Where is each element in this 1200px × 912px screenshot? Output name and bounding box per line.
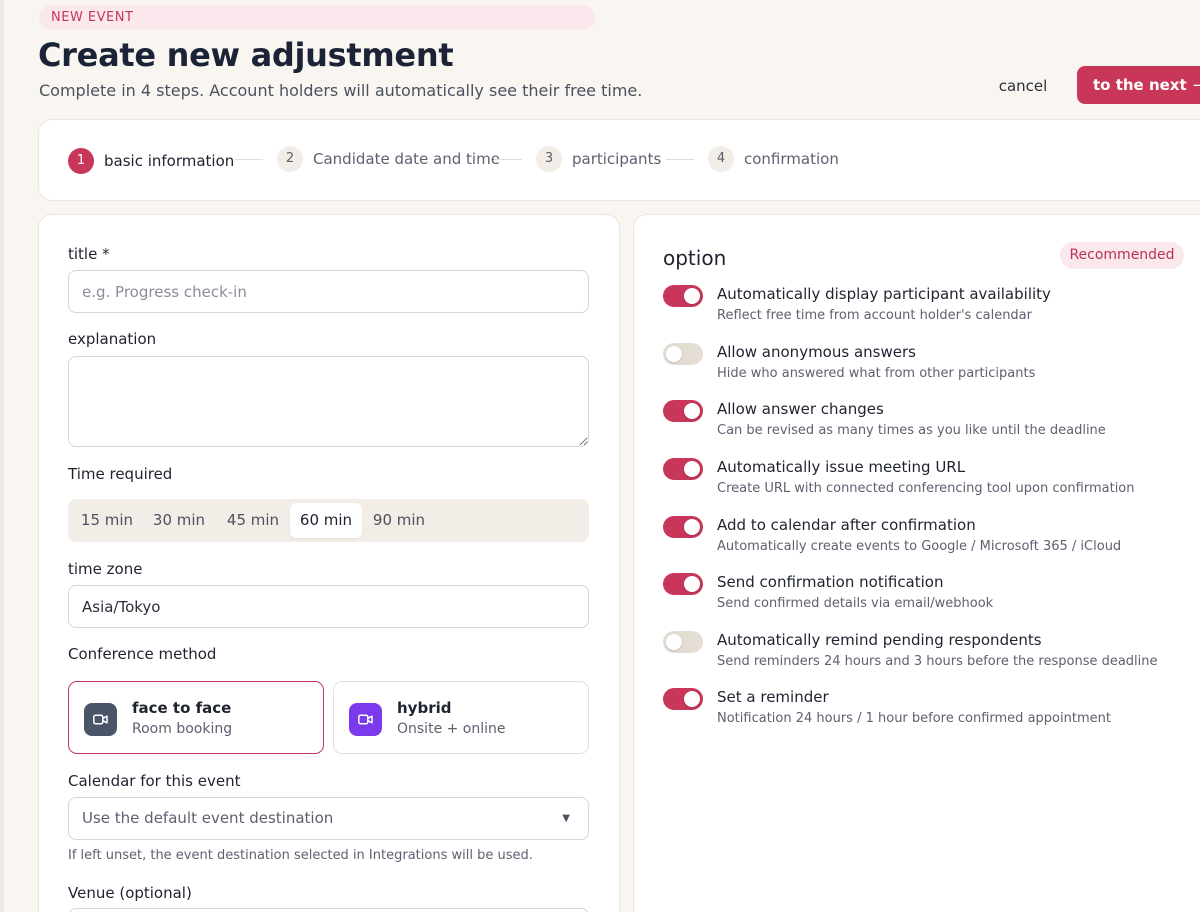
- option-meeting-url: Automatically issue meeting URL Create U…: [663, 458, 1193, 502]
- step-number: 1: [68, 148, 94, 174]
- option-answer-changes: Allow answer changes Can be revised as m…: [663, 400, 1193, 444]
- page-subtitle: Complete in 4 steps. Account holders wil…: [39, 81, 643, 100]
- window-edge: [0, 0, 4, 912]
- calendar-label: Calendar for this event: [68, 772, 241, 790]
- option-description: Create URL with connected conferencing t…: [717, 481, 1135, 496]
- option-title: Set a reminder: [717, 688, 829, 706]
- step-confirmation[interactable]: 4 confirmation: [708, 146, 839, 172]
- step-indicator: 1 basic information 2 Candidate date and…: [38, 119, 1200, 201]
- next-button[interactable]: to the next →: [1077, 66, 1200, 104]
- method-hybrid[interactable]: hybrid Onsite + online: [333, 681, 589, 754]
- duration-60[interactable]: 60 min: [290, 503, 362, 538]
- step-number: 2: [277, 146, 303, 172]
- toggle-switch[interactable]: [663, 458, 703, 480]
- option-remind-pending: Automatically remind pending respondents…: [663, 631, 1193, 675]
- toggle-switch[interactable]: [663, 631, 703, 653]
- duration-15[interactable]: 15 min: [74, 503, 140, 538]
- option-confirmation-notification: Send confirmation notification Send conf…: [663, 573, 1193, 617]
- video-icon: [349, 703, 382, 736]
- chevron-down-icon: ▼: [562, 813, 570, 824]
- venue-input[interactable]: [68, 908, 589, 912]
- step-participants[interactable]: 3 participants: [536, 146, 661, 172]
- video-icon: [84, 703, 117, 736]
- time-required-label: Time required: [68, 465, 173, 483]
- step-label: Candidate date and time: [313, 150, 500, 168]
- option-anonymous-answers: Allow anonymous answers Hide who answere…: [663, 343, 1193, 387]
- calendar-select[interactable]: Use the default event destination ▼: [68, 797, 589, 840]
- option-title: Add to calendar after confirmation: [717, 516, 976, 534]
- option-title: Allow anonymous answers: [717, 343, 916, 361]
- step-number: 3: [536, 146, 562, 172]
- step-connector: [666, 159, 694, 160]
- step-connector: [235, 159, 263, 160]
- duration-90[interactable]: 90 min: [364, 503, 434, 538]
- option-add-to-calendar: Add to calendar after confirmation Autom…: [663, 516, 1193, 560]
- step-label: confirmation: [744, 150, 839, 168]
- title-input[interactable]: [68, 270, 589, 313]
- toggle-switch[interactable]: [663, 343, 703, 365]
- option-description: Can be revised as many times as you like…: [717, 423, 1106, 438]
- step-candidate-date[interactable]: 2 Candidate date and time: [277, 146, 500, 172]
- calendar-select-value: Use the default event destination: [82, 809, 334, 827]
- page-title: Create new adjustment: [38, 36, 454, 74]
- duration-45[interactable]: 45 min: [218, 503, 288, 538]
- step-connector: [494, 159, 522, 160]
- option-description: Send reminders 24 hours and 3 hours befo…: [717, 654, 1158, 669]
- arrow-right-icon: →: [1192, 76, 1200, 94]
- calendar-hint: If left unset, the event destination sel…: [68, 848, 533, 863]
- option-display-availability: Automatically display participant availa…: [663, 285, 1193, 329]
- method-title: hybrid: [397, 699, 452, 717]
- toggle-switch[interactable]: [663, 400, 703, 422]
- duration-selector: 15 min 30 min 45 min 60 min 90 min: [68, 499, 589, 542]
- venue-label: Venue (optional): [68, 884, 192, 902]
- toggle-switch[interactable]: [663, 688, 703, 710]
- toggle-switch[interactable]: [663, 573, 703, 595]
- option-description: Notification 24 hours / 1 hour before co…: [717, 711, 1111, 726]
- method-face-to-face[interactable]: face to face Room booking: [68, 681, 324, 754]
- options-title: option: [663, 246, 727, 270]
- option-title: Automatically display participant availa…: [717, 285, 1051, 303]
- option-description: Hide who answered what from other partic…: [717, 366, 1036, 381]
- option-description: Automatically create events to Google / …: [717, 539, 1122, 554]
- method-subtitle: Onsite + online: [397, 721, 506, 737]
- option-title: Automatically issue meeting URL: [717, 458, 966, 476]
- step-basic-information[interactable]: 1 basic information: [68, 148, 234, 174]
- option-title: Automatically remind pending respondents: [717, 631, 1042, 649]
- method-subtitle: Room booking: [132, 721, 233, 737]
- next-button-label: to the next: [1093, 76, 1187, 94]
- title-label: title *: [68, 245, 110, 263]
- recommended-badge: Recommended: [1060, 242, 1184, 269]
- toggle-switch[interactable]: [663, 516, 703, 538]
- time-zone-label: time zone: [68, 560, 143, 578]
- step-number: 4: [708, 146, 734, 172]
- toggle-switch[interactable]: [663, 285, 703, 307]
- option-title: Allow answer changes: [717, 400, 884, 418]
- option-title: Send confirmation notification: [717, 573, 944, 591]
- explanation-label: explanation: [68, 330, 157, 348]
- conference-method-label: Conference method: [68, 645, 217, 663]
- step-label: participants: [572, 150, 662, 168]
- time-zone-input[interactable]: [68, 585, 589, 628]
- step-label: basic information: [104, 152, 235, 170]
- option-set-reminder: Set a reminder Notification 24 hours / 1…: [663, 688, 1193, 732]
- explanation-textarea[interactable]: [68, 356, 589, 447]
- duration-30[interactable]: 30 min: [144, 503, 214, 538]
- cancel-button[interactable]: cancel: [988, 74, 1058, 98]
- new-event-badge: NEW EVENT: [39, 5, 595, 30]
- option-description: Reflect free time from account holder's …: [717, 308, 1032, 323]
- option-description: Send confirmed details via email/webhook: [717, 596, 994, 611]
- method-title: face to face: [132, 699, 232, 717]
